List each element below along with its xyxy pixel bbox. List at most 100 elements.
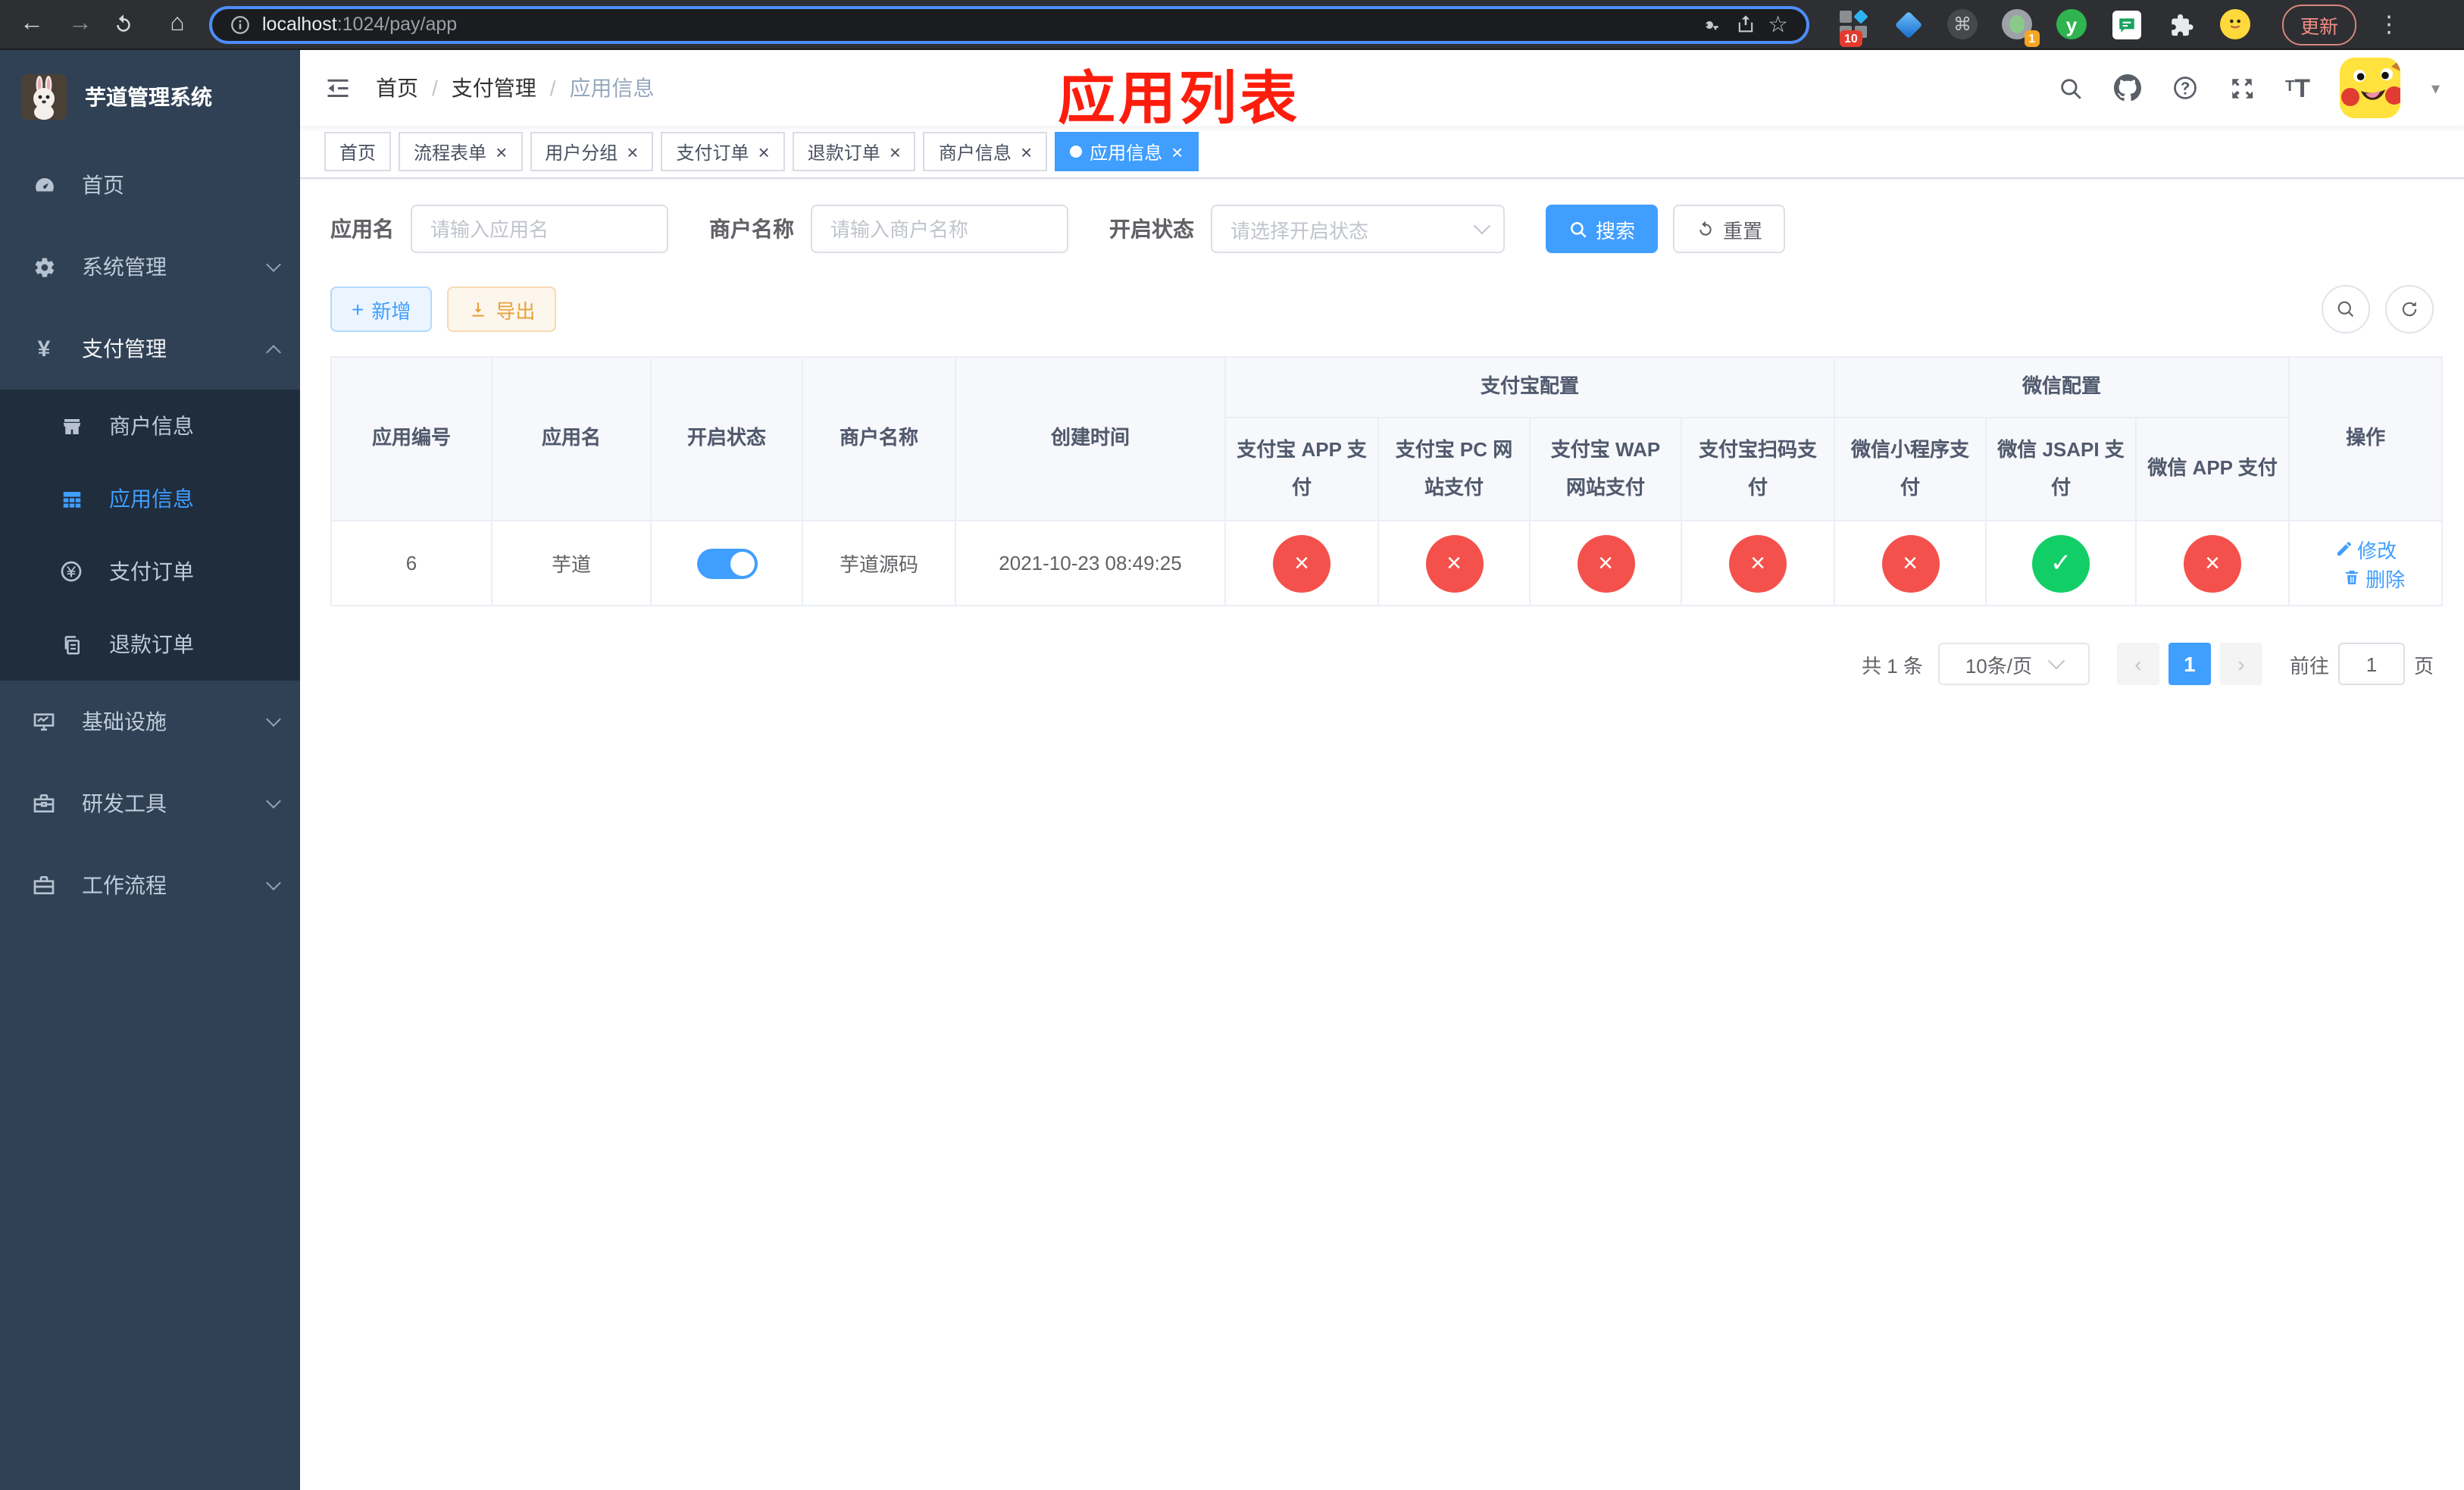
- edit-link[interactable]: 修改: [2334, 535, 2397, 564]
- forward-icon[interactable]: →: [64, 11, 97, 36]
- bookmark-star-icon[interactable]: ☆: [1768, 13, 1788, 36]
- table-tools: [2322, 285, 2434, 333]
- page-size-select[interactable]: 10条/页: [1937, 643, 2090, 686]
- page-1-button[interactable]: 1: [2168, 643, 2211, 686]
- github-icon[interactable]: [2113, 74, 2141, 102]
- search-button[interactable]: 搜索: [1546, 205, 1659, 253]
- extension-badge: 10: [1840, 30, 1862, 47]
- filter-label: 开启状态: [1109, 217, 1194, 241]
- sidebar-item-payment[interactable]: ¥ 支付管理: [0, 308, 300, 390]
- show-search-toggle-icon[interactable]: [2322, 285, 2370, 333]
- refresh-table-icon[interactable]: [2385, 285, 2434, 333]
- create-time-cell: 2021-10-23 08:49:25: [955, 520, 1226, 607]
- update-button[interactable]: 更新: [2282, 4, 2357, 45]
- command-extension-icon[interactable]: ⌘: [1946, 8, 1979, 41]
- breadcrumb-payment[interactable]: 支付管理: [452, 73, 536, 103]
- briefcase-icon: [30, 873, 58, 897]
- reload-icon[interactable]: [112, 13, 145, 36]
- breadcrumb-home[interactable]: 首页: [376, 73, 418, 103]
- extension-badge: 1: [2024, 30, 2040, 47]
- tab-user-group[interactable]: 用户分组 ×: [530, 132, 654, 171]
- puzzle-extensions-icon[interactable]: [2164, 8, 2197, 41]
- logo-row[interactable]: 芋道管理系统: [0, 50, 300, 144]
- address-bar[interactable]: localhost:1024/pay/app ☆: [209, 5, 1809, 43]
- status-select[interactable]: 请选择开启状态: [1211, 205, 1505, 253]
- share-icon[interactable]: [1734, 14, 1756, 35]
- sidebar-item-app-info[interactable]: 应用信息: [0, 462, 300, 535]
- emoji-extension-icon[interactable]: [2219, 8, 2252, 41]
- alipay-wap-cell: ×: [1529, 520, 1682, 607]
- back-icon[interactable]: ←: [15, 11, 48, 36]
- sidebar-item-merchant-info[interactable]: 商户信息: [0, 390, 300, 462]
- delete-link[interactable]: 删除: [2343, 564, 2405, 593]
- browser-menu-icon[interactable]: ⋮: [2378, 11, 2400, 38]
- annotation-app-list-title: 应用列表: [1058, 68, 1301, 132]
- sidebar-fold-icon[interactable]: [324, 74, 352, 102]
- add-button[interactable]: + 新增: [330, 286, 433, 332]
- close-icon[interactable]: ×: [758, 142, 770, 161]
- site-info-icon[interactable]: [230, 14, 250, 34]
- y-extension-icon[interactable]: y: [2055, 8, 2088, 41]
- help-icon[interactable]: [2172, 74, 2199, 102]
- total-count: 共 1 条: [1862, 654, 1923, 678]
- tab-manager-extension-icon[interactable]: 10: [1837, 8, 1870, 47]
- tab-label: 首页: [339, 142, 377, 163]
- user-avatar[interactable]: [2340, 58, 2401, 118]
- kite-extension-icon[interactable]: [1891, 8, 1925, 41]
- home-icon[interactable]: ⌂: [161, 11, 194, 36]
- tab-app-info[interactable]: 应用信息 ×: [1055, 132, 1199, 171]
- reset-button[interactable]: 重置: [1673, 205, 1786, 253]
- tab-refund-order[interactable]: 退款订单 ×: [792, 132, 916, 171]
- next-page-button[interactable]: ›: [2219, 643, 2262, 686]
- active-dot: [1070, 146, 1083, 158]
- tab-pay-order[interactable]: 支付订单 ×: [661, 132, 785, 171]
- chat-extension-icon[interactable]: [2109, 8, 2143, 41]
- prev-page-button[interactable]: ‹: [2116, 643, 2159, 686]
- sidebar-item-label: 应用信息: [109, 487, 194, 511]
- recorder-extension-icon[interactable]: 1: [2000, 8, 2040, 47]
- close-icon[interactable]: ×: [1171, 142, 1183, 161]
- font-size-icon[interactable]: TT: [2285, 75, 2310, 101]
- col-app-name: 应用名: [491, 355, 652, 522]
- merchant-name-input[interactable]: [811, 205, 1068, 253]
- tags-view: 首页 流程表单 × 用户分组 × 支付订单 × 退款订单 × 商户信息 × 应用信息 ×: [300, 126, 2464, 179]
- status-badge: ×: [1577, 534, 1634, 593]
- sidebar-item-infrastructure[interactable]: 基础设施: [0, 681, 300, 762]
- header-search-icon[interactable]: [2058, 75, 2084, 101]
- merchant-cell: 芋道源码: [802, 520, 956, 607]
- tab-merchant-info[interactable]: 商户信息 ×: [923, 132, 1048, 171]
- sidebar-item-refund-order[interactable]: 退款订单: [0, 608, 300, 681]
- sidebar-item-dev-tools[interactable]: 研发工具: [0, 762, 300, 844]
- sidebar-item-pay-order[interactable]: 支付订单: [0, 535, 300, 608]
- col-wechat-app: 微信 APP 支付: [2135, 416, 2290, 522]
- tab-home[interactable]: 首页: [324, 132, 392, 171]
- close-icon[interactable]: ×: [627, 142, 638, 161]
- app-name-input[interactable]: [411, 205, 668, 253]
- goto-page-input[interactable]: [2337, 643, 2405, 686]
- goto-label: 前往: [2289, 654, 2329, 678]
- tab-process-form[interactable]: 流程表单 ×: [399, 132, 523, 171]
- avatar-caret-icon[interactable]: ▾: [2431, 78, 2440, 98]
- page-unit-label: 页: [2413, 654, 2434, 678]
- sidebar-item-label: 基础设施: [82, 709, 167, 734]
- edit-link-label: 修改: [2357, 539, 2397, 562]
- cross-icon: ×: [1903, 549, 1918, 578]
- check-icon: ✓: [2050, 549, 2072, 578]
- close-icon[interactable]: ×: [496, 142, 507, 161]
- sidebar-item-workflow[interactable]: 工作流程: [0, 844, 300, 926]
- enabled-switch[interactable]: [696, 548, 757, 579]
- password-key-icon[interactable]: [1699, 13, 1722, 36]
- font-size-large-letter: T: [2294, 74, 2310, 102]
- enabled-cell: [650, 520, 803, 607]
- reset-button-label: 重置: [1723, 219, 1763, 242]
- tab-label: 商户信息: [938, 142, 1012, 163]
- close-icon[interactable]: ×: [890, 142, 901, 161]
- export-button[interactable]: 导出: [447, 286, 557, 332]
- sidebar-item-home[interactable]: 首页: [0, 144, 300, 226]
- col-alipay-pc: 支付宝 PC 网站支付: [1377, 416, 1531, 522]
- sidebar-item-system[interactable]: 系统管理: [0, 226, 300, 308]
- sidebar-item-label: 工作流程: [82, 873, 167, 897]
- fullscreen-icon[interactable]: [2229, 75, 2255, 101]
- table-toolbar: + 新增 导出: [330, 285, 2434, 333]
- close-icon[interactable]: ×: [1021, 142, 1032, 161]
